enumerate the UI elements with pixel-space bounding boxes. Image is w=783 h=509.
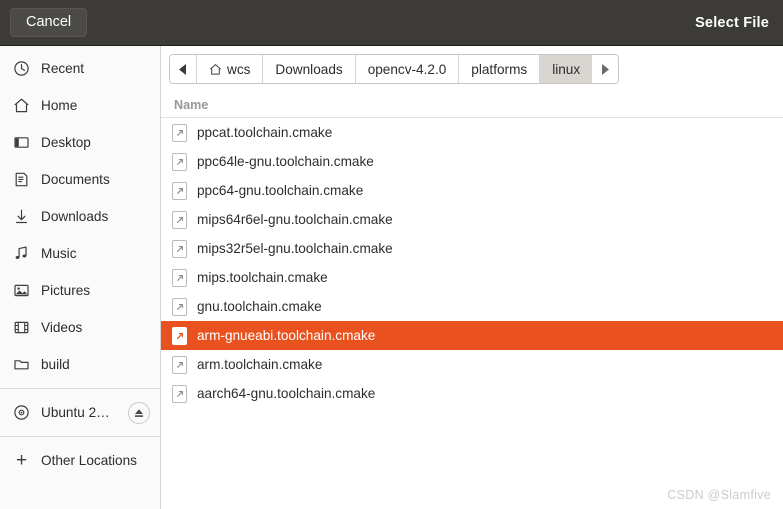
file-name: arm.toolchain.cmake [197, 357, 323, 372]
sidebar-item-label: Pictures [41, 283, 91, 298]
path-forward-button[interactable] [592, 55, 619, 83]
file-row[interactable]: mips64r6el-gnu.toolchain.cmake [161, 205, 783, 234]
sidebar-item-recent[interactable]: Recent [0, 50, 160, 87]
column-header-name: Name [174, 97, 209, 112]
breadcrumb-label: opencv-4.2.0 [367, 61, 447, 77]
file-icon [172, 297, 187, 316]
music-note-icon [13, 245, 30, 262]
file-name: ppc64-gnu.toolchain.cmake [197, 183, 364, 198]
sidebar-item-music[interactable]: Music [0, 235, 160, 272]
desktop-icon [13, 134, 30, 151]
file-row[interactable]: ppc64le-gnu.toolchain.cmake [161, 147, 783, 176]
sidebar-divider-2 [0, 436, 160, 437]
file-name: arm-gnueabi.toolchain.cmake [197, 328, 376, 343]
cancel-button[interactable]: Cancel [10, 7, 88, 38]
file-icon [172, 268, 187, 287]
breadcrumb-item-wcs[interactable]: wcs [197, 55, 264, 83]
watermark: CSDN @Slamfive [667, 488, 771, 502]
file-name: aarch64-gnu.toolchain.cmake [197, 386, 376, 401]
file-icon [172, 123, 187, 142]
file-name: mips32r5el-gnu.toolchain.cmake [197, 241, 393, 256]
sidebar: Recent Home Desktop Documents Downloads Music… [0, 46, 161, 509]
file-icon [172, 326, 187, 345]
documents-icon [13, 171, 30, 188]
sidebar-item-downloads[interactable]: Downloads [0, 198, 160, 235]
crumb-home-icon [209, 63, 222, 76]
main-pane: wcs Downloads opencv-4.2.0 platforms linux N… [161, 46, 783, 509]
breadcrumb-item-linux[interactable]: linux [540, 55, 593, 83]
file-icon [172, 181, 187, 200]
sidebar-item-volume[interactable]: Ubuntu 2… [0, 394, 160, 431]
sidebar-item-label: Ubuntu 2… [41, 405, 110, 420]
sidebar-item-home[interactable]: Home [0, 87, 160, 124]
file-name: mips64r6el-gnu.toolchain.cmake [197, 212, 393, 227]
breadcrumb-label: linux [552, 61, 581, 77]
file-row[interactable]: mips.toolchain.cmake [161, 263, 783, 292]
home-icon [13, 97, 30, 114]
sidebar-item-label: Other Locations [41, 453, 137, 468]
sidebar-devices-list: Ubuntu 2… [0, 394, 160, 431]
clock-icon [13, 60, 30, 77]
disc-icon [13, 404, 30, 421]
pathbar-container: wcs Downloads opencv-4.2.0 platforms linux [161, 46, 783, 92]
file-row[interactable]: arm.toolchain.cmake [161, 350, 783, 379]
file-icon [172, 355, 187, 374]
download-icon [13, 208, 30, 225]
file-name: gnu.toolchain.cmake [197, 299, 322, 314]
sidebar-item-label: Music [41, 246, 77, 261]
file-row[interactable]: gnu.toolchain.cmake [161, 292, 783, 321]
image-icon [13, 282, 30, 299]
breadcrumb-item-opencv-4-2-0[interactable]: opencv-4.2.0 [355, 55, 460, 83]
film-icon [13, 319, 30, 336]
file-icon [172, 152, 187, 171]
sidebar-item-documents[interactable]: Documents [0, 161, 160, 198]
file-icon [172, 384, 187, 403]
sidebar-item-pictures[interactable]: Pictures [0, 272, 160, 309]
sidebar-item-desktop[interactable]: Desktop [0, 124, 160, 161]
file-name: mips.toolchain.cmake [197, 270, 328, 285]
file-row[interactable]: ppc64-gnu.toolchain.cmake [161, 176, 783, 205]
breadcrumb: wcs Downloads opencv-4.2.0 platforms linux [169, 54, 620, 84]
sidebar-places-list: Recent Home Desktop Documents Downloads Music… [0, 50, 160, 383]
file-list[interactable]: ppcat.toolchain.cmake ppc64le-gnu.toolcha… [161, 118, 783, 509]
breadcrumb-item-downloads[interactable]: Downloads [263, 55, 356, 83]
sidebar-item-label: Documents [41, 172, 110, 187]
sidebar-item-label: Home [41, 98, 78, 113]
file-name: ppcat.toolchain.cmake [197, 125, 333, 140]
breadcrumb-label: platforms [471, 61, 528, 77]
eject-button[interactable] [128, 401, 150, 424]
file-icon [172, 210, 187, 229]
sidebar-item-other-locations[interactable]: + Other Locations [0, 442, 160, 479]
folder-icon [13, 356, 30, 373]
file-list-column-header[interactable]: Name [161, 92, 783, 118]
sidebar-item-build[interactable]: build [0, 346, 160, 383]
sidebar-item-label: build [41, 357, 70, 372]
sidebar-divider-1 [0, 388, 160, 389]
file-row[interactable]: arm-gnueabi.toolchain.cmake [161, 321, 783, 350]
breadcrumb-label: Downloads [275, 61, 343, 77]
plus-icon: + [15, 450, 28, 471]
file-row[interactable]: ppcat.toolchain.cmake [161, 118, 783, 147]
sidebar-item-label: Recent [41, 61, 85, 76]
sidebar-item-label: Videos [41, 320, 83, 335]
sidebar-item-videos[interactable]: Videos [0, 309, 160, 346]
file-chooser-window: Cancel Select File Recent Home Desktop Docu… [0, 0, 783, 509]
sidebar-item-label: Downloads [41, 209, 109, 224]
file-name: ppc64le-gnu.toolchain.cmake [197, 154, 374, 169]
breadcrumb-item-platforms[interactable]: platforms [459, 55, 541, 83]
sidebar-item-label: Desktop [41, 135, 91, 150]
path-back-button[interactable] [170, 55, 197, 83]
file-icon [172, 239, 187, 258]
window-title: Select File [695, 14, 769, 31]
breadcrumb-label: wcs [227, 61, 251, 77]
titlebar: Cancel Select File [0, 0, 783, 46]
file-row[interactable]: aarch64-gnu.toolchain.cmake [161, 379, 783, 408]
file-row[interactable]: mips32r5el-gnu.toolchain.cmake [161, 234, 783, 263]
breadcrumb-items: wcs Downloads opencv-4.2.0 platforms linux [197, 55, 593, 83]
window-body: Recent Home Desktop Documents Downloads Music… [0, 46, 783, 509]
